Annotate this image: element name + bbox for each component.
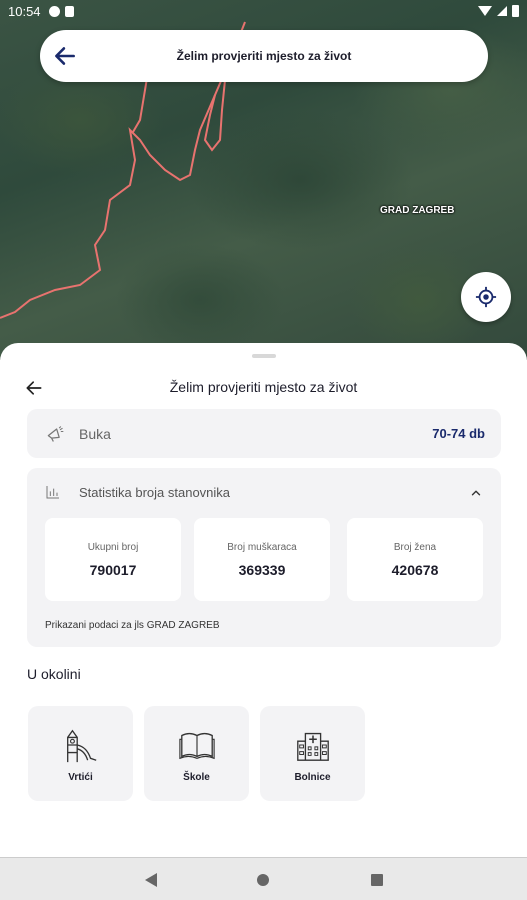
nearby-tile-hospitals[interactable]: Bolnice (260, 706, 365, 801)
stat-men-label: Broj muškaraca (227, 542, 297, 553)
map-place-label: GRAD ZAGREB (380, 205, 455, 216)
sim-icon (64, 5, 74, 17)
stat-women: Broj žena 420678 (347, 518, 483, 601)
stat-women-value: 420678 (391, 562, 439, 578)
sheet-drag-handle[interactable] (252, 354, 276, 358)
top-search-bar: Želim provjeriti mjesto za život (40, 30, 488, 82)
playground-icon (66, 729, 96, 763)
stat-men-value: 369339 (238, 562, 286, 578)
nearby-label-schools: Škole (183, 772, 210, 783)
nearby-tile-schools[interactable]: Škole (144, 706, 249, 801)
stat-men: Broj muškaraca 369339 (194, 518, 330, 601)
my-location-button[interactable] (461, 272, 511, 322)
status-bar: 10:54 (0, 0, 527, 22)
population-stats-card: Statistika broja stanovnika Ukupni broj … (27, 468, 501, 647)
book-icon (178, 732, 215, 760)
noise-label: Buka (79, 425, 111, 442)
stats-title: Statistika broja stanovnika (79, 484, 231, 500)
notification-icon (48, 5, 60, 17)
nav-recents-icon[interactable] (371, 874, 383, 886)
system-nav-bar (0, 857, 527, 900)
nearby-tile-kindergartens[interactable]: Vrtići (28, 706, 133, 801)
bottom-sheet: Želim provjeriti mjesto za život Buka 70… (0, 343, 527, 857)
crosshair-icon (475, 286, 497, 308)
nav-back-icon[interactable] (145, 873, 157, 887)
arrow-left-icon[interactable] (52, 43, 78, 69)
megaphone-icon (47, 425, 64, 442)
stats-header[interactable]: Statistika broja stanovnika (45, 484, 230, 500)
stats-source-note: Prikazani podaci za jls GRAD ZAGREB (45, 620, 220, 631)
signal-icon (497, 6, 507, 16)
nearby-label-kindergartens: Vrtići (68, 772, 93, 783)
noise-value: 70-74 db (432, 426, 485, 441)
wifi-icon (478, 6, 492, 16)
nearby-section-title: U okolini (27, 666, 81, 682)
stat-total-label: Ukupni broj (87, 542, 139, 553)
top-bar-title: Želim provjeriti mjesto za život (176, 49, 352, 63)
nearby-label-hospitals: Bolnice (294, 772, 331, 783)
stat-total-value: 790017 (89, 562, 137, 578)
hospital-icon (296, 732, 329, 761)
bar-chart-icon (46, 486, 59, 499)
sheet-title: Želim provjeriti mjesto za život (169, 379, 358, 395)
stat-women-label: Broj žena (393, 542, 437, 553)
noise-card[interactable]: Buka 70-74 db (27, 409, 501, 458)
battery-icon (512, 5, 519, 17)
nav-home-icon[interactable] (257, 874, 269, 886)
status-time: 10:54 (8, 3, 41, 19)
stat-total: Ukupni broj 790017 (45, 518, 181, 601)
chevron-up-icon[interactable] (469, 486, 483, 500)
